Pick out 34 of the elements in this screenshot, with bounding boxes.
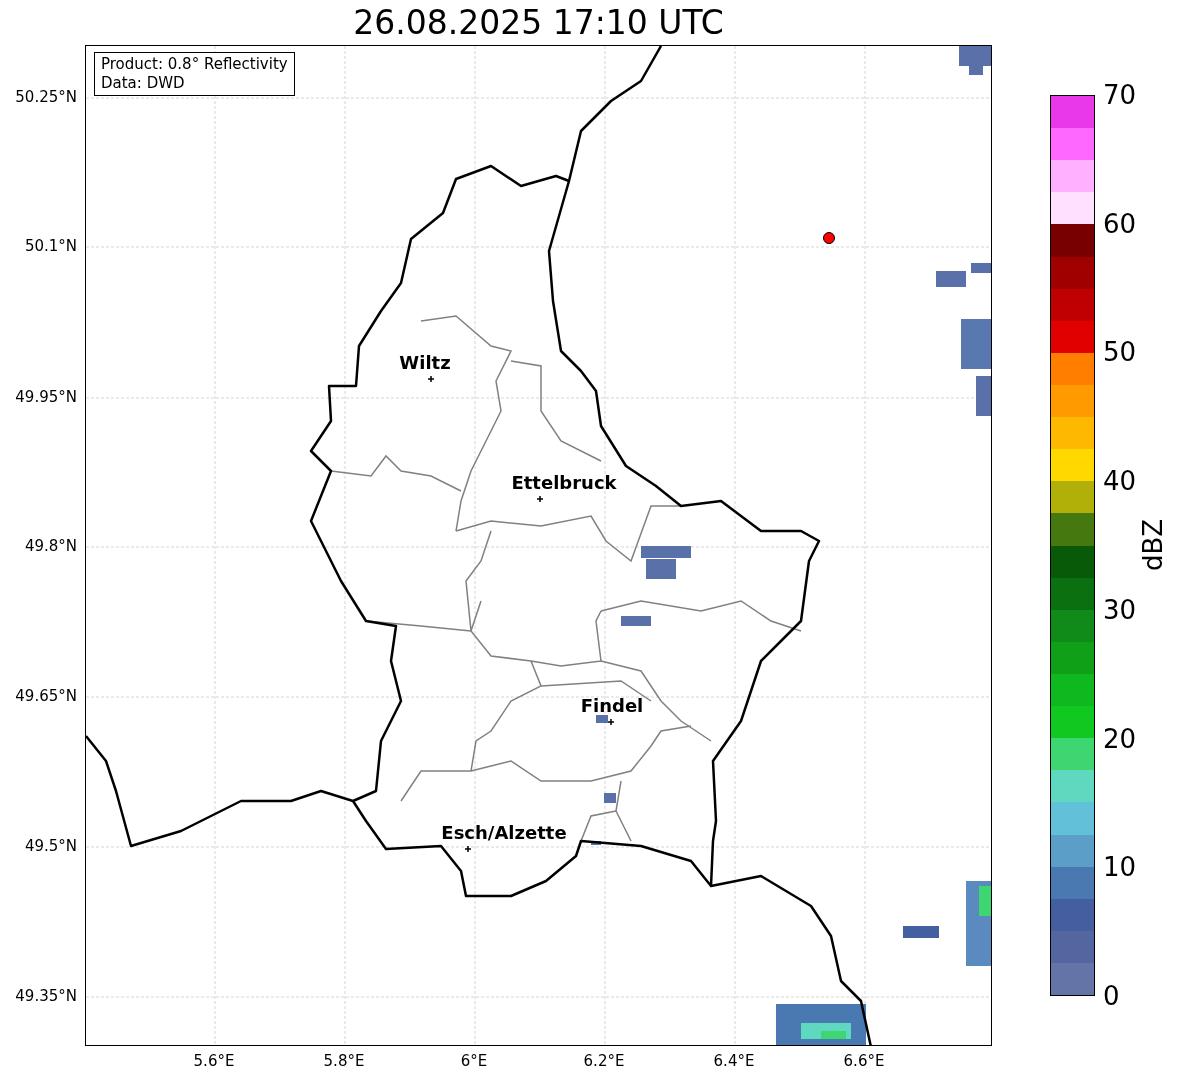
longitude-label: 6.2°E xyxy=(583,1052,625,1070)
latitude-label: 49.5°N xyxy=(24,837,77,855)
legend-text: Data: DWD xyxy=(101,74,186,93)
latitude-label: 49.65°N xyxy=(15,687,77,705)
longitude-label: 6.4°E xyxy=(713,1052,755,1070)
city-label: Ettelbruck xyxy=(511,473,617,493)
longitude-label: 5.6°E xyxy=(193,1052,235,1070)
city-marker-icon xyxy=(536,495,544,503)
city-marker-icon xyxy=(427,375,435,383)
latitude-label: 49.8°N xyxy=(24,537,77,555)
longitude-label: 5.8°E xyxy=(323,1052,365,1070)
radar-site-dot xyxy=(823,232,835,244)
scale-tick-label: 10 xyxy=(1103,852,1137,883)
latitude-label: 50.1°N xyxy=(24,237,77,255)
longitude-label: 6.6°E xyxy=(843,1052,885,1070)
legend-text: Product: 0.8° Reflectivity xyxy=(101,55,288,74)
scale-tick-label: 30 xyxy=(1103,594,1137,625)
scale-tick-label: 40 xyxy=(1103,466,1137,497)
latitude-label: 50.25°N xyxy=(15,88,77,106)
scale-tick-label: 50 xyxy=(1103,337,1137,368)
latitude-label: 49.95°N xyxy=(15,388,77,406)
chart-title: 26.08.2025 17:10 UTC xyxy=(353,2,724,44)
scale-tick-label: 0 xyxy=(1103,981,1120,1011)
scale-tick-label: 60 xyxy=(1103,208,1137,239)
scale-label: dBZ xyxy=(1138,518,1168,572)
city-label: Findel xyxy=(580,696,644,716)
latitude-label: 49.35°N xyxy=(15,987,77,1005)
city-label: Wiltz xyxy=(399,353,451,373)
city-marker-icon xyxy=(607,718,615,726)
longitude-label: 6°E xyxy=(460,1052,488,1070)
scale-tick-label: 20 xyxy=(1103,723,1137,754)
city-label: Esch/Alzette xyxy=(441,823,567,843)
city-marker-icon xyxy=(464,845,472,853)
scale-tick-label: 70 xyxy=(1103,80,1137,110)
